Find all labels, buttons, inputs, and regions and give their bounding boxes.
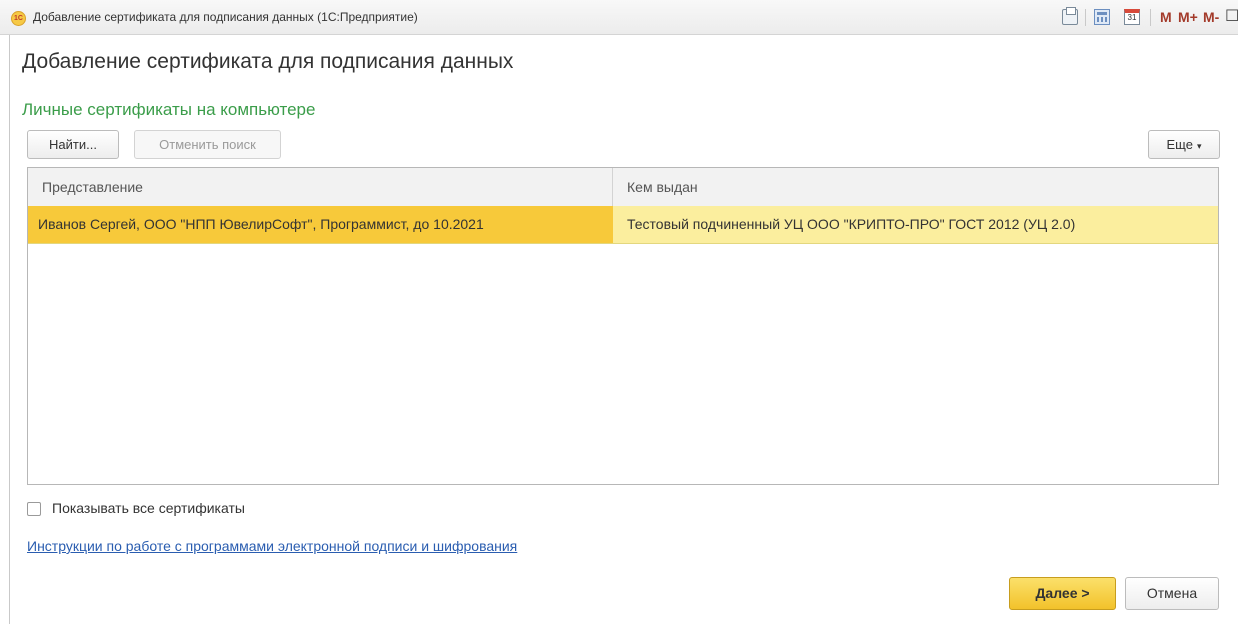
toolbar-separator (1085, 9, 1086, 26)
print-icon[interactable] (1062, 7, 1078, 25)
instructions-link[interactable]: Инструкции по работе с программами элект… (27, 538, 517, 554)
title-bar: 1С Добавление сертификата для подписания… (0, 0, 1238, 35)
window-title: Добавление сертификата для подписания да… (33, 10, 418, 24)
calendar-icon[interactable]: 31 (1124, 9, 1140, 25)
table-header: Представление Кем выдан (28, 168, 1218, 207)
1c-logo-icon: 1С (11, 11, 26, 26)
memory-minus-button[interactable]: M- (1203, 9, 1219, 25)
next-button[interactable]: Далее > (1009, 577, 1116, 610)
certificates-table[interactable]: Представление Кем выдан Иванов Сергей, О… (27, 167, 1219, 485)
memory-plus-button[interactable]: M+ (1178, 9, 1198, 25)
window-left-border (9, 34, 10, 624)
chevron-down-icon: ▾ (1196, 141, 1202, 151)
toolbar-separator (1150, 9, 1151, 26)
more-button[interactable]: Еще ▾ (1148, 130, 1220, 159)
calculator-icon[interactable] (1094, 9, 1110, 25)
form-title: Добавление сертификата для подписания да… (22, 50, 514, 73)
show-all-checkbox[interactable] (27, 502, 41, 516)
find-button[interactable]: Найти... (27, 130, 119, 159)
column-header-presentation[interactable]: Представление (28, 168, 613, 206)
table-row[interactable]: Иванов Сергей, ООО "НПП ЮвелирСофт", Про… (28, 206, 1218, 244)
cell-presentation[interactable]: Иванов Сергей, ООО "НПП ЮвелирСофт", Про… (28, 206, 613, 243)
show-all-label[interactable]: Показывать все сертификаты (52, 500, 245, 516)
maximize-icon[interactable]: ☐ (1225, 7, 1238, 27)
cancel-button[interactable]: Отмена (1125, 577, 1219, 610)
more-button-label: Еще (1166, 137, 1193, 152)
column-header-issued-by[interactable]: Кем выдан (613, 168, 1218, 206)
cancel-search-button[interactable]: Отменить поиск (134, 130, 281, 159)
memory-m-button[interactable]: M (1160, 9, 1172, 25)
cell-issued-by[interactable]: Тестовый подчиненный УЦ ООО "КРИПТО-ПРО"… (613, 206, 1218, 243)
group-title: Личные сертификаты на компьютере (22, 100, 316, 119)
